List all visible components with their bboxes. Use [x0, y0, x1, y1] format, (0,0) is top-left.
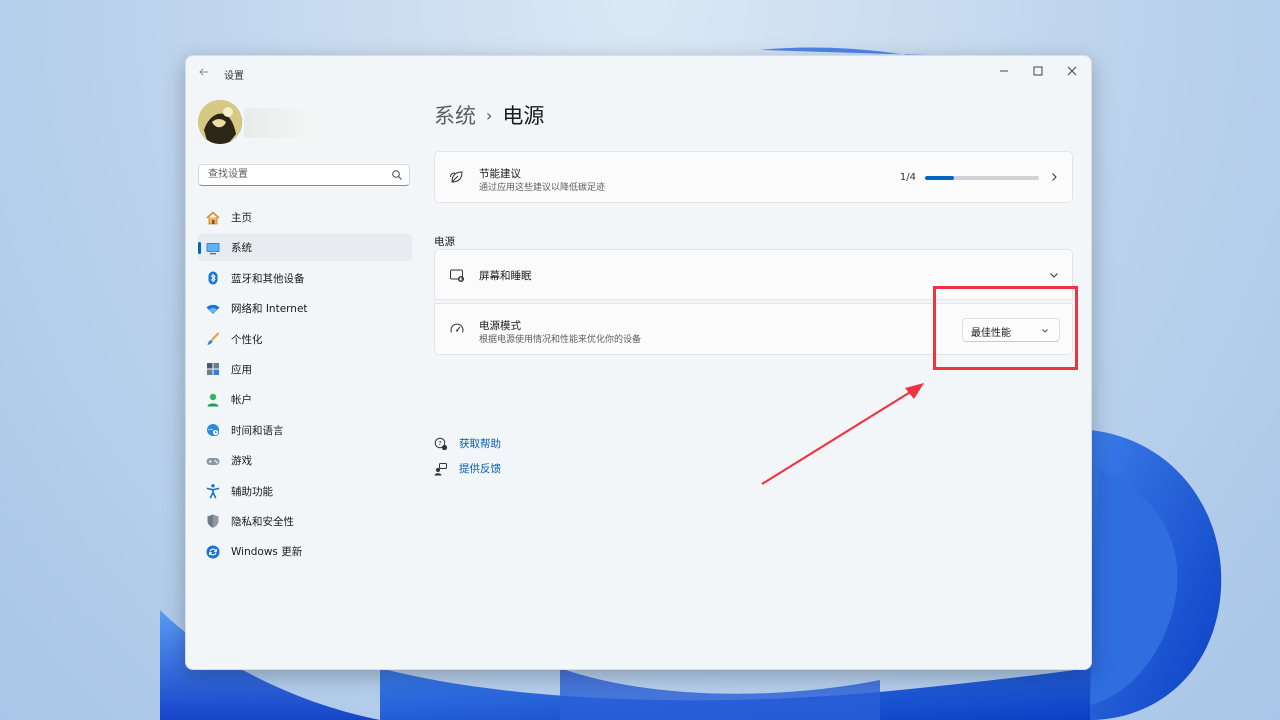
breadcrumb: 系统 › 电源 — [434, 100, 544, 130]
power-mode-title: 电源模式 — [479, 320, 521, 332]
sidebar-item-personalization[interactable]: 个性化 — [198, 326, 412, 353]
annotation-highlight-box — [933, 286, 1078, 370]
sidebar-item-label: 蓝牙和其他设备 — [231, 272, 305, 285]
sidebar-item-label: 隐私和安全性 — [231, 515, 294, 528]
sidebar-item-label: 网络和 Internet — [231, 303, 308, 316]
main-content: 系统 › 电源 节能建议 通过应用这些建议以降低碳足迹 1/4 电源 屏幕和睡眠… — [434, 92, 1073, 669]
search-box[interactable] — [198, 164, 410, 186]
sidebar-item-label: 辅助功能 — [231, 485, 273, 498]
sidebar-item-label: 时间和语言 — [231, 424, 284, 437]
chevron-down-icon[interactable] — [1048, 269, 1060, 281]
person-icon — [205, 392, 221, 408]
wifi-icon — [205, 301, 221, 317]
sidebar-item-accounts[interactable]: 帐户 — [198, 386, 412, 413]
close-button[interactable] — [1055, 60, 1089, 82]
sidebar-item-bluetooth[interactable]: 蓝牙和其他设备 — [198, 265, 412, 292]
leaf-icon — [450, 171, 463, 183]
sidebar-item-label: 个性化 — [231, 333, 263, 346]
search-input[interactable] — [206, 168, 390, 181]
progress-count: 1/4 — [899, 172, 916, 183]
minimize-button[interactable] — [987, 60, 1021, 82]
shield-icon — [205, 513, 221, 529]
breadcrumb-separator: › — [486, 105, 493, 125]
title-bar: 设置 — [186, 56, 1091, 92]
sidebar-item-system[interactable]: 系统 — [198, 234, 412, 262]
sidebar-item-label: Windows 更新 — [231, 546, 303, 559]
sidebar-item-label: 应用 — [231, 363, 252, 376]
get-help-link[interactable]: 获取帮助 — [459, 436, 501, 451]
energy-recommendations-card[interactable]: 节能建议 通过应用这些建议以降低碳足迹 1/4 — [434, 151, 1073, 203]
home-icon — [205, 210, 221, 226]
bluetooth-icon — [205, 270, 221, 286]
breadcrumb-parent[interactable]: 系统 — [434, 100, 476, 130]
screen-sleep-title: 屏幕和睡眠 — [479, 270, 532, 282]
energy-card-subtitle: 通过应用这些建议以降低碳足迹 — [479, 183, 606, 193]
app-title: 设置 — [224, 71, 244, 82]
progress-bar — [925, 176, 1039, 180]
sidebar-item-gaming[interactable]: 游戏 — [198, 447, 412, 474]
apps-icon — [205, 361, 221, 377]
brush-icon — [205, 331, 221, 347]
username-redacted — [244, 108, 344, 138]
search-icon[interactable] — [391, 169, 403, 181]
sidebar-item-network[interactable]: 网络和 Internet — [198, 295, 412, 322]
close-icon — [1067, 66, 1077, 76]
svg-text:?: ? — [438, 439, 441, 447]
gauge-icon — [450, 323, 464, 333]
avatar[interactable] — [198, 100, 242, 144]
sidebar-item-accessibility[interactable]: 辅助功能 — [198, 478, 412, 505]
sidebar-item-label: 主页 — [231, 212, 252, 224]
feedback-link-row[interactable]: 提供反馈 — [434, 461, 501, 476]
sidebar-item-label: 系统 — [231, 242, 252, 255]
feedback-icon — [434, 462, 447, 475]
sidebar-item-label: 帐户 — [231, 394, 252, 407]
power-mode-subtitle: 根据电源使用情况和性能来优化你的设备 — [479, 335, 642, 345]
page-title: 电源 — [502, 104, 545, 128]
energy-card-title: 节能建议 — [479, 168, 521, 180]
sidebar-nav: 主页 系统 蓝牙和其他设备 网络和 Internet 个性化 应用 帐户 时间和… — [198, 204, 412, 569]
maximize-button[interactable] — [1021, 60, 1055, 82]
accessibility-icon — [205, 483, 221, 499]
screen-sleep-icon — [450, 269, 464, 282]
sidebar-item-windows-update[interactable]: Windows 更新 — [198, 538, 412, 565]
sidebar: 主页 系统 蓝牙和其他设备 网络和 Internet — [186, 92, 426, 669]
minimize-icon — [1000, 70, 1008, 72]
progress-bar-fill — [925, 176, 954, 180]
sidebar-item-privacy[interactable]: 隐私和安全性 — [198, 508, 412, 535]
update-icon — [205, 544, 221, 560]
chevron-right-icon — [1052, 173, 1057, 181]
feedback-link[interactable]: 提供反馈 — [459, 461, 501, 476]
sidebar-item-label: 游戏 — [231, 455, 252, 468]
avatar-image — [198, 100, 242, 144]
power-section-title: 电源 — [434, 236, 455, 248]
help-icon: ? — [434, 437, 448, 450]
gamepad-icon — [205, 453, 221, 469]
monitor-icon — [205, 240, 221, 256]
sidebar-item-time-language[interactable]: 时间和语言 — [198, 417, 412, 444]
get-help-link-row[interactable]: ? 获取帮助 — [434, 436, 501, 451]
maximize-icon — [1033, 66, 1043, 76]
sidebar-item-apps[interactable]: 应用 — [198, 356, 412, 383]
sidebar-item-home[interactable]: 主页 — [198, 204, 412, 231]
back-arrow-icon[interactable] — [196, 66, 212, 82]
globe-clock-icon — [205, 422, 221, 438]
